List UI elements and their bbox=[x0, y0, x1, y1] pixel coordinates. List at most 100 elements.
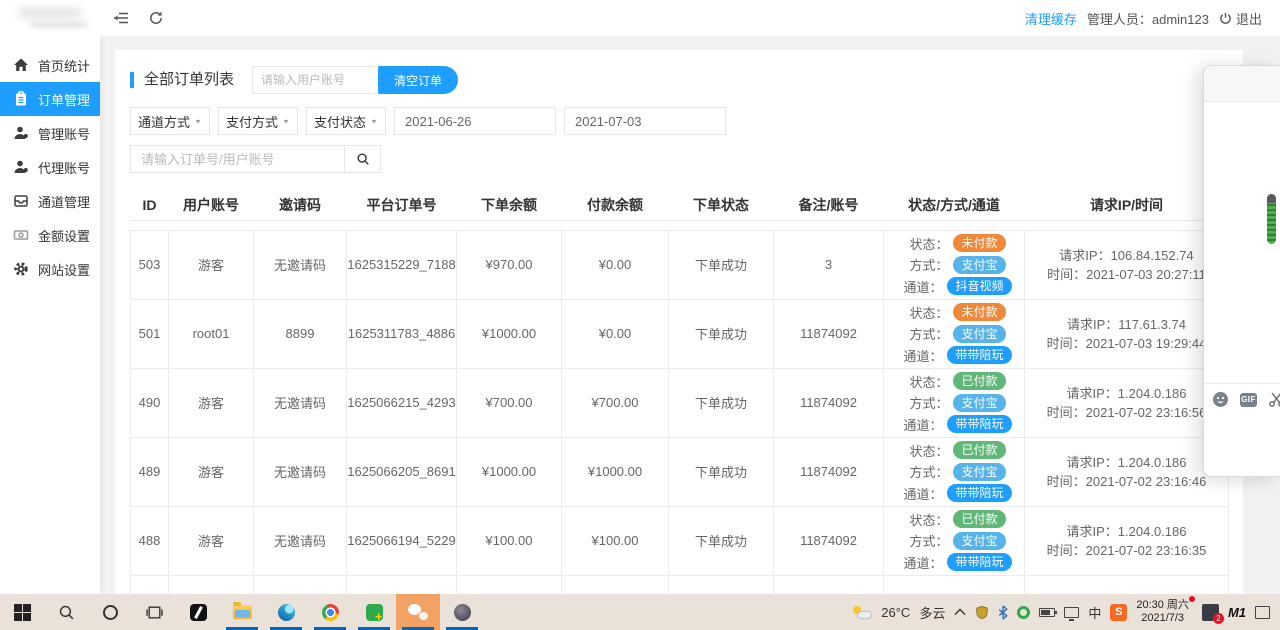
cell-order-no: 1625066194_5229 bbox=[346, 505, 457, 576]
sidebar-item-site-settings[interactable]: 网站设置 bbox=[0, 252, 100, 286]
sidebar-item-channel-management[interactable]: 通道管理 bbox=[0, 184, 100, 218]
weather-icon[interactable] bbox=[852, 605, 873, 619]
bluetooth-icon[interactable] bbox=[998, 604, 1009, 620]
order-row: 489 游客 无邀请码 1625066205_8691 ¥1000.00 ¥10… bbox=[130, 436, 1229, 507]
battery-icon[interactable] bbox=[1039, 607, 1058, 617]
taskbar-wechat[interactable] bbox=[396, 594, 440, 630]
network-display-icon[interactable] bbox=[1064, 606, 1080, 621]
pay-method-badge: 支付宝 bbox=[953, 462, 1006, 481]
order-row: 503 游客 无邀请码 1625315229_7188 ¥970.00 ¥0.0… bbox=[130, 229, 1229, 300]
agent-user-icon bbox=[13, 159, 29, 175]
windows-logo-icon bbox=[13, 603, 31, 621]
cell-invite: 无邀请码 bbox=[253, 229, 347, 300]
refresh-icon[interactable] bbox=[147, 9, 165, 27]
wechat-toolbar: GIF bbox=[1204, 383, 1280, 415]
pinwheel-app-icon bbox=[189, 603, 207, 621]
sidebar-item-home-stats[interactable]: 首页统计 bbox=[0, 48, 100, 82]
table-header-row: ID 用户账号 邀请码 平台订单号 下单余额 付款余额 下单状态 备注/账号 状… bbox=[130, 190, 1229, 221]
cell-order-no: 1625066215_4293 bbox=[346, 367, 457, 438]
green-ring-icon[interactable] bbox=[1017, 605, 1031, 619]
cell-status-method-channel: 状态： 已付款 方式： 支付宝 通道： 带带陪玩 bbox=[883, 436, 1025, 507]
chevron-down-icon: ▼ bbox=[370, 117, 378, 125]
emoji-icon[interactable] bbox=[1212, 391, 1229, 408]
pay-method-select[interactable]: 支付方式 ▼ bbox=[218, 107, 298, 135]
weather-desc[interactable]: 多云 bbox=[919, 603, 945, 622]
cell-user: 游客 bbox=[168, 436, 254, 507]
main-content: 全部订单列表 清空订单 通道方式▼ 支付方式▼ 支付状态▼ bbox=[100, 36, 1280, 610]
wechat-window[interactable]: GIF bbox=[1203, 65, 1280, 477]
col-remark: 备注/账号 bbox=[773, 190, 884, 221]
cell-status-method-channel: 状态： 未付款 方式： 支付宝 通道： 抖音视频 bbox=[883, 229, 1025, 300]
col-order-amount: 下单余额 bbox=[456, 190, 562, 221]
sidebar-item-agent-accounts[interactable]: 代理账号 bbox=[0, 150, 100, 184]
pay-status-badge: 未付款 bbox=[953, 234, 1006, 252]
dark-app-icon bbox=[453, 603, 471, 621]
order-search-input[interactable] bbox=[130, 145, 345, 173]
cell-paid-amount: ¥100.00 bbox=[561, 505, 669, 576]
start-button[interactable] bbox=[0, 594, 44, 630]
sidebar-item-amount-settings[interactable]: 金额设置 bbox=[0, 218, 100, 252]
date-to-input[interactable] bbox=[564, 107, 726, 135]
search-icon bbox=[356, 153, 369, 165]
cell-paid-amount: ¥0.00 bbox=[561, 229, 669, 300]
channel-badge: 带带陪玩 bbox=[947, 346, 1012, 364]
taskbar-chrome[interactable] bbox=[308, 594, 352, 630]
pay-status-badge: 已付款 bbox=[953, 441, 1006, 459]
page-title: 全部订单列表 bbox=[130, 72, 234, 88]
security-shield-icon[interactable] bbox=[975, 605, 989, 620]
sogou-input-icon[interactable]: S bbox=[1110, 603, 1128, 621]
order-search-button[interactable] bbox=[345, 145, 381, 173]
clear-orders-button[interactable]: 清空订单 bbox=[378, 66, 459, 94]
taskbar-dark-app[interactable] bbox=[440, 594, 484, 630]
tray-expand-chevron-icon[interactable] bbox=[954, 608, 966, 616]
screenshot-scissors-icon[interactable] bbox=[1268, 391, 1280, 408]
wechat-window-titlebar[interactable] bbox=[1204, 66, 1280, 102]
taskbar-green-app[interactable] bbox=[352, 594, 396, 630]
cell-order-no: 1625066205_8691 bbox=[346, 436, 457, 507]
cell-id: 490 bbox=[130, 367, 169, 438]
sidebar-item-order-management[interactable]: 订单管理 bbox=[0, 82, 100, 116]
cell-user: root01 bbox=[168, 298, 254, 369]
cell-status-method-channel: 状态： 未付款 方式： 支付宝 通道： 带带陪玩 bbox=[883, 298, 1025, 369]
channel-method-select[interactable]: 通道方式 ▼ bbox=[130, 107, 210, 135]
collapse-menu-icon[interactable] bbox=[112, 9, 130, 27]
cell-status-method-channel: 状态： 已付款 方式： 支付宝 通道： 带带陪玩 bbox=[883, 505, 1025, 576]
channel-badge: 带带陪玩 bbox=[947, 415, 1012, 433]
tray-app-with-badge[interactable]: 2 bbox=[1201, 603, 1224, 624]
cell-user: 游客 bbox=[168, 367, 254, 438]
user-account-input[interactable] bbox=[252, 66, 379, 94]
logout-button[interactable]: 退出 bbox=[1219, 9, 1262, 28]
cell-invite: 无邀请码 bbox=[253, 505, 347, 576]
orders-table: ID 用户账号 邀请码 平台订单号 下单余额 付款余额 下单状态 备注/账号 状… bbox=[130, 190, 1229, 610]
sidebar: 首页统计 订单管理 管理账号 代理账号 通道管理 金额设置 网站设置 bbox=[0, 36, 100, 594]
windows-taskbar: 26°C 多云 中 S 20:30 周六 2021/7/3 2 bbox=[0, 594, 1280, 630]
taskbar-search-button[interactable] bbox=[44, 594, 88, 630]
ime-chinese-indicator[interactable]: 中 bbox=[1088, 603, 1101, 622]
cortana-button[interactable] bbox=[88, 594, 132, 630]
notification-dot bbox=[1188, 596, 1195, 602]
pay-status-select[interactable]: 支付状态 ▼ bbox=[306, 107, 386, 135]
sidebar-item-admin-accounts[interactable]: 管理账号 bbox=[0, 116, 100, 150]
taskbar-file-explorer[interactable] bbox=[220, 594, 264, 630]
clear-cache-link[interactable]: 清理缓存 bbox=[1025, 9, 1077, 28]
taskbar-pinwheel-app[interactable] bbox=[176, 594, 220, 630]
edge-browser-icon bbox=[277, 603, 295, 621]
cell-paid-amount: ¥0.00 bbox=[561, 298, 669, 369]
ime-m1-indicator[interactable]: M1 bbox=[1228, 605, 1246, 620]
taskbar-clock[interactable]: 20:30 周六 2021/7/3 bbox=[1136, 596, 1195, 625]
gif-icon[interactable]: GIF bbox=[1240, 391, 1257, 408]
task-view-button[interactable] bbox=[132, 594, 176, 630]
action-center-icon[interactable] bbox=[1255, 605, 1270, 619]
pay-status-badge: 已付款 bbox=[953, 510, 1006, 528]
channel-badge: 抖音视频 bbox=[947, 277, 1012, 295]
cell-paid-amount: ¥700.00 bbox=[561, 367, 669, 438]
weather-temp[interactable]: 26°C bbox=[881, 605, 910, 620]
wechat-scrollbar-thumb[interactable] bbox=[1267, 194, 1276, 244]
cell-invite: 无邀请码 bbox=[253, 436, 347, 507]
channel-box-icon bbox=[13, 193, 29, 209]
cell-status-method-channel: 状态： 已付款 方式： 支付宝 通道： 带带陪玩 bbox=[883, 367, 1025, 438]
date-from-input[interactable] bbox=[394, 107, 556, 135]
taskbar-edge[interactable] bbox=[264, 594, 308, 630]
cell-remark: 11874092 bbox=[773, 367, 884, 438]
col-user: 用户账号 bbox=[168, 190, 254, 221]
